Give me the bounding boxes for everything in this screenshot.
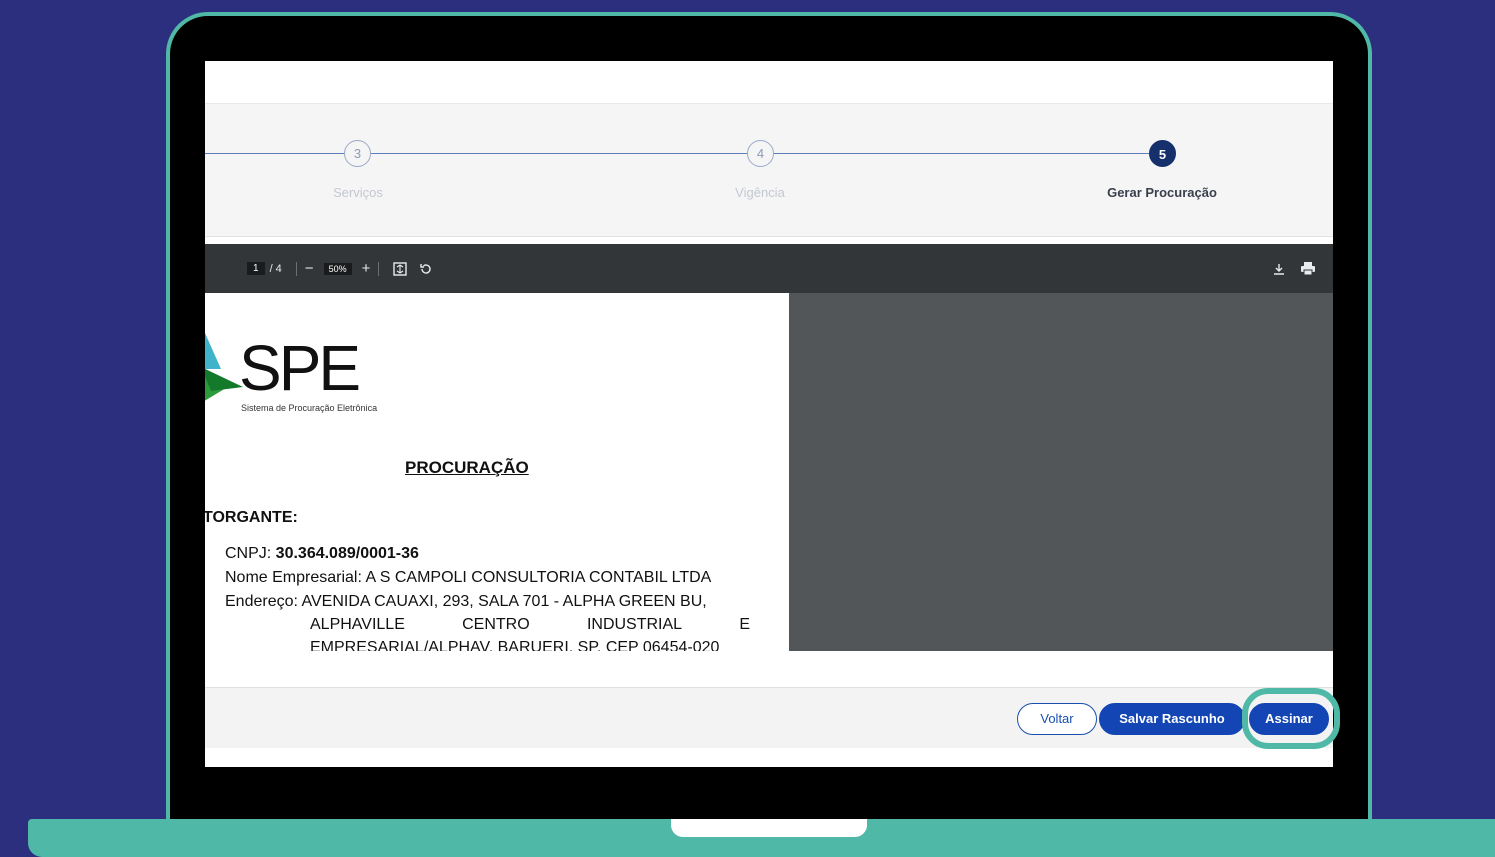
step-3-label: Serviços [333,185,383,200]
rotate-icon[interactable] [419,262,433,276]
salvar-rascunho-button[interactable]: Salvar Rascunho [1099,703,1245,735]
endereco-cut-line: EMPRESARIAL/ALPHAV, BARUERI, SP, CEP 064… [310,639,720,651]
laptop-notch [671,819,867,837]
spe-logo-text: SPE [239,332,361,404]
app-screen: 3 Serviços 4 Vigência 5 Gerar Procuração… [205,61,1333,767]
zoom-out-button[interactable]: − [305,260,314,277]
page-number-input[interactable]: 1 [247,262,265,275]
spe-logo-subtitle: Sistema de Procuração Eletrônica [241,403,378,413]
action-footer: Voltar Salvar Rascunho Assinar [205,687,1333,748]
page-total: / 4 [269,262,282,275]
toolbar-divider [295,261,297,276]
endereco-continuation: ALPHAVILLE CENTRO INDUSTRIAL E [310,616,750,634]
cnpj-line: CNPJ: 30.364.089/0001-36 [225,545,419,563]
zoom-in-button[interactable]: + [362,260,371,277]
step-5-label: Gerar Procuração [1107,185,1217,200]
endereco-line: Endereço: AVENIDA CAUAXI, 293, SALA 701 … [225,593,707,610]
addr-word: INDUSTRIAL [586,616,683,633]
addr-word: ALPHAVILLE [310,616,405,633]
addr-word: CENTRO [462,616,530,633]
cnpj-value: 30.364.089/0001-36 [275,545,419,562]
download-icon[interactable] [1273,263,1285,275]
addr-word: E [739,616,750,633]
nome-empresarial-line: Nome Empresarial: A S CAMPOLI CONSULTORI… [225,569,712,586]
step-connector [774,153,1150,154]
step-5-circle[interactable]: 5 [1149,140,1176,167]
page-indicator: 1 / 4 − 50% + [247,244,433,293]
step-4-label: Vigência [735,185,785,200]
cnpj-label: CNPJ: [225,545,276,562]
toolbar-right [1273,244,1315,293]
print-icon[interactable] [1301,262,1315,275]
pdf-toolbar: 1 / 4 − 50% + [205,244,1333,293]
spe-logo-icon [205,329,243,410]
section-heading: TORGANTE: [205,509,298,526]
step-3-circle[interactable]: 3 [344,140,371,167]
stepper: 3 Serviços 4 Vigência 5 Gerar Procuração [205,103,1333,237]
zoom-level-input[interactable]: 50% [323,262,352,275]
document-title: PROCURAÇÃO [405,458,529,477]
step-connector [205,153,345,154]
assinar-highlight-ring [1242,688,1340,749]
fit-page-icon[interactable] [393,261,408,276]
toolbar-divider [378,261,380,276]
step-4-circle[interactable]: 4 [747,140,774,167]
voltar-button[interactable]: Voltar [1017,703,1097,735]
pdf-page: SPE Sistema de Procuração Eletrônica PRO… [205,293,789,651]
step-connector [371,153,747,154]
